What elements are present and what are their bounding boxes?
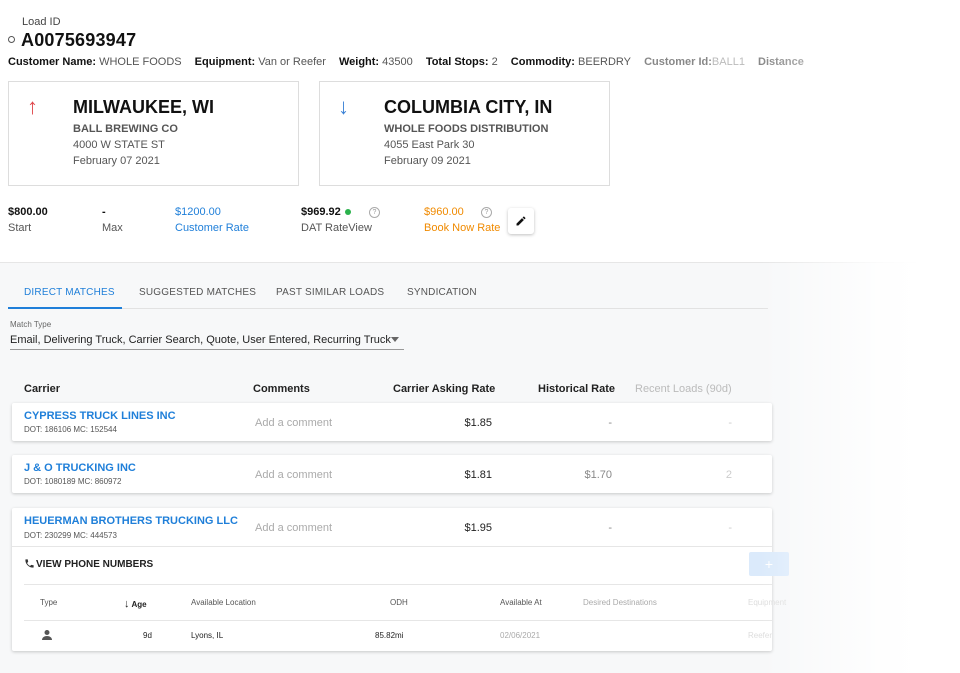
origin-card: ↑ MILWAUKEE, WI BALL BREWING CO 4000 W S… bbox=[8, 81, 299, 186]
view-phone-numbers-button[interactable]: VIEW PHONE NUMBERS bbox=[36, 559, 153, 570]
sort-down-arrow-icon: ↓ bbox=[124, 598, 130, 610]
historical-rate: - bbox=[608, 522, 612, 534]
sub-available-at: 02/06/2021 bbox=[500, 631, 541, 640]
add-button[interactable]: + bbox=[749, 552, 789, 576]
origin-date: February 07 2021 bbox=[73, 155, 160, 167]
edit-rate-button[interactable] bbox=[508, 208, 534, 234]
meta-weight: Weight: 43500 bbox=[338, 56, 413, 68]
sub-equipment: Reefer bbox=[748, 631, 773, 640]
comment-input[interactable]: Add a comment bbox=[255, 417, 332, 429]
carrier-name-link[interactable]: HEUERMAN BROTHERS TRUCKING LLC bbox=[24, 515, 238, 527]
col-historical-rate[interactable]: Historical Rate bbox=[538, 383, 615, 395]
sub-col-available-location: Available Location bbox=[191, 598, 256, 607]
comment-input[interactable]: Add a comment bbox=[255, 522, 332, 534]
meta-equipment: Equipment: Van or Reefer bbox=[194, 56, 326, 68]
historical-rate: - bbox=[608, 417, 612, 429]
match-type-underline bbox=[10, 349, 404, 350]
sub-age: 9d bbox=[143, 631, 152, 640]
divider bbox=[12, 546, 772, 547]
destination-date: February 09 2021 bbox=[384, 155, 471, 167]
col-recent-loads[interactable]: Recent Loads (90d) bbox=[635, 383, 732, 395]
table-row-expanded[interactable]: HEUERMAN BROTHERS TRUCKING LLC DOT: 2302… bbox=[12, 508, 789, 651]
destination-card: ↓ COLUMBIA CITY, IN WHOLE FOODS DISTRIBU… bbox=[319, 81, 610, 186]
delivery-arrow-icon: ↓ bbox=[338, 94, 349, 119]
sub-col-odh: ODH bbox=[390, 598, 408, 607]
divider bbox=[24, 584, 772, 585]
sub-col-type: Type bbox=[40, 598, 58, 607]
sub-col-age[interactable]: ↓ Age bbox=[124, 598, 147, 610]
caret-down-icon[interactable] bbox=[391, 337, 399, 342]
matches-panel: DIRECT MATCHES SUGGESTED MATCHES PAST SI… bbox=[0, 262, 960, 673]
historical-rate: $1.70 bbox=[584, 469, 612, 481]
start-rate: $800.00 Start bbox=[8, 206, 48, 234]
asking-rate: $1.81 bbox=[464, 469, 492, 481]
pickup-arrow-icon: ↑ bbox=[27, 94, 38, 119]
recent-loads: 2 bbox=[725, 469, 732, 481]
load-id: A0075693947 bbox=[21, 30, 137, 50]
comment-input[interactable]: Add a comment bbox=[255, 469, 332, 481]
destination-city: COLUMBIA CITY, IN bbox=[384, 97, 553, 117]
sub-col-equipment: Equipment bbox=[748, 598, 787, 607]
sub-location: Lyons, IL bbox=[191, 631, 224, 640]
customer-rate[interactable]: $1200.00 Customer Rate bbox=[175, 206, 249, 234]
tab-suggested-matches[interactable]: SUGGESTED MATCHES bbox=[139, 287, 256, 298]
match-type-select[interactable]: Email, Delivering Truck, Carrier Search,… bbox=[10, 334, 391, 346]
tab-direct-matches[interactable]: DIRECT MATCHES bbox=[24, 287, 115, 298]
max-rate: - Max bbox=[102, 206, 123, 234]
person-icon bbox=[42, 630, 52, 640]
book-now-help-icon[interactable]: ? bbox=[481, 207, 492, 218]
meta-total-stops: Total Stops: 2 bbox=[425, 56, 498, 68]
load-header: Load ID A0075693947 Customer Name: WHOLE… bbox=[0, 0, 960, 262]
tab-syndication[interactable]: SYNDICATION bbox=[407, 287, 477, 298]
live-status-dot-icon bbox=[344, 209, 351, 216]
sub-col-available-at: Available At bbox=[500, 598, 542, 607]
tab-past-similar-loads[interactable]: PAST SIMILAR LOADS bbox=[276, 287, 384, 298]
col-carrier[interactable]: Carrier bbox=[24, 383, 60, 395]
recent-loads: - bbox=[728, 417, 732, 429]
carrier-ids: DOT: 1080189 MC: 860972 bbox=[24, 477, 122, 486]
meta-commodity: Commodity: BEERDRY bbox=[510, 56, 632, 68]
table-row[interactable]: J & O TRUCKING INC DOT: 1080189 MC: 8609… bbox=[12, 455, 772, 493]
sub-odh: 85.82mi bbox=[375, 631, 404, 640]
col-carrier-asking-rate[interactable]: Carrier Asking Rate bbox=[393, 383, 495, 395]
load-id-label: Load ID bbox=[22, 16, 61, 28]
col-comments[interactable]: Comments bbox=[253, 383, 310, 395]
meta-distance: Distance bbox=[758, 56, 804, 68]
table-row[interactable]: CYPRESS TRUCK LINES INC DOT: 186106 MC: … bbox=[12, 403, 772, 441]
carrier-name-link[interactable]: CYPRESS TRUCK LINES INC bbox=[24, 410, 176, 422]
load-meta: Customer Name: WHOLE FOODS Equipment: Va… bbox=[8, 56, 814, 68]
recent-loads: - bbox=[728, 522, 732, 534]
match-tabs: DIRECT MATCHES SUGGESTED MATCHES PAST SI… bbox=[8, 279, 768, 309]
carrier-ids: DOT: 186106 MC: 152544 bbox=[24, 425, 117, 434]
carrier-name-link[interactable]: J & O TRUCKING INC bbox=[24, 462, 136, 474]
meta-customer-id: Customer Id:BALL1 bbox=[644, 56, 745, 68]
carrier-ids: DOT: 230299 MC: 444573 bbox=[24, 531, 117, 540]
dat-rate: $969.92 DAT RateView bbox=[301, 206, 372, 234]
dat-help-icon[interactable]: ? bbox=[369, 207, 380, 218]
match-type-label: Match Type bbox=[10, 320, 52, 329]
origin-address: 4000 W STATE ST bbox=[73, 139, 165, 151]
destination-company: WHOLE FOODS DISTRIBUTION bbox=[384, 123, 549, 135]
active-tab-indicator bbox=[8, 307, 122, 309]
origin-city: MILWAUKEE, WI bbox=[73, 97, 214, 117]
divider bbox=[24, 620, 772, 621]
phone-icon bbox=[25, 559, 34, 568]
origin-company: BALL BREWING CO bbox=[73, 123, 178, 135]
asking-rate: $1.95 bbox=[464, 522, 492, 534]
destination-address: 4055 East Park 30 bbox=[384, 139, 475, 151]
sub-col-desired-destinations: Desired Destinations bbox=[583, 598, 657, 607]
status-dot-icon bbox=[8, 36, 15, 43]
meta-customer-name: Customer Name: WHOLE FOODS bbox=[8, 56, 182, 68]
asking-rate: $1.85 bbox=[464, 417, 492, 429]
pencil-icon bbox=[516, 216, 526, 226]
